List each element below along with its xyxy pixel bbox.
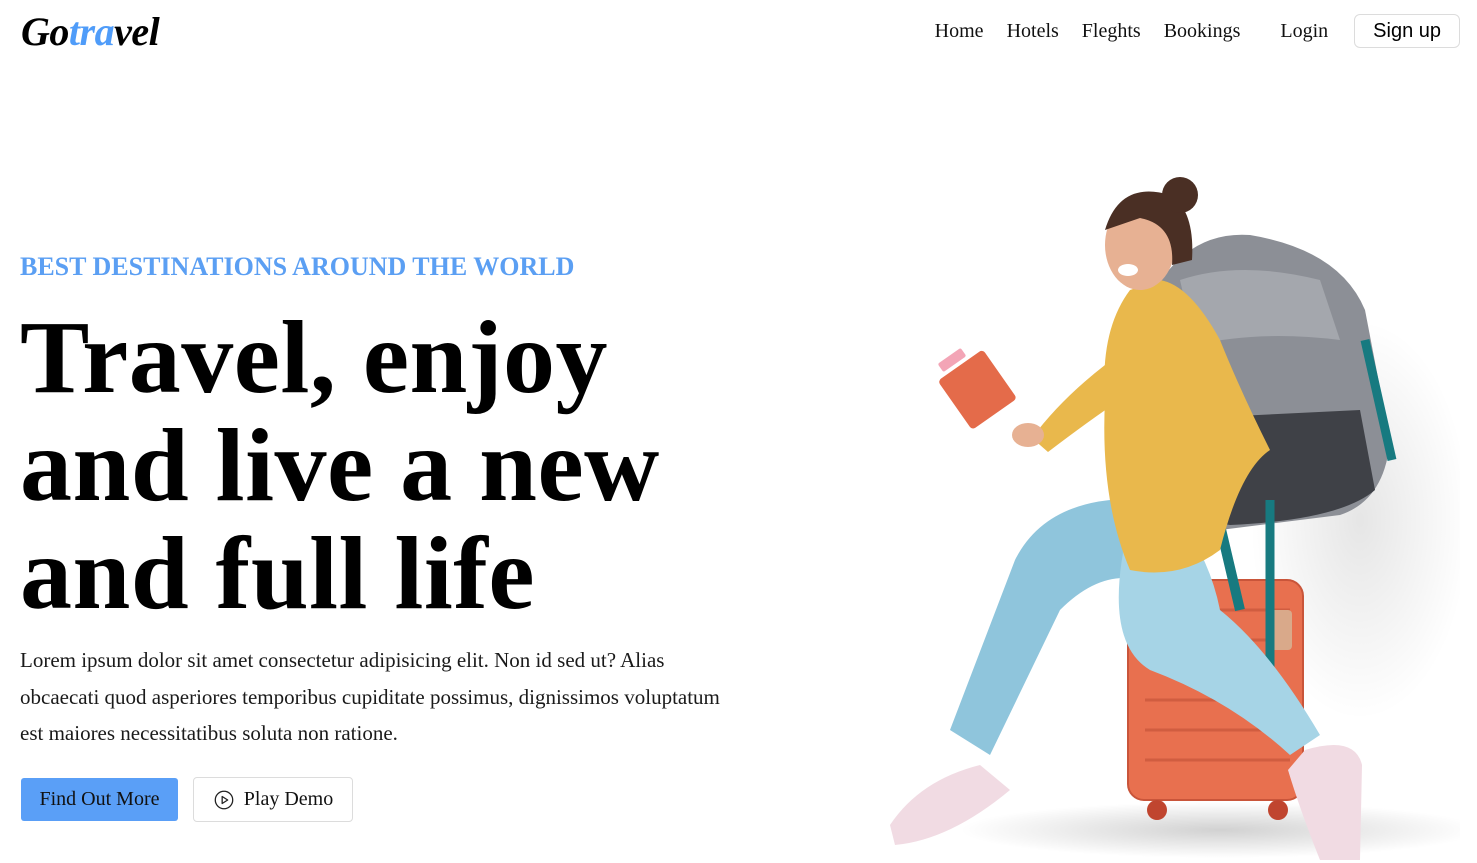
top-navigation: Home Hotels Fleghts Bookings Login Sign … [935,14,1460,48]
play-circle-icon [214,790,234,809]
hero-traveler-image [890,177,1460,860]
headline-line-1: Travel, enjoy [20,300,608,415]
logo-part-2: vel [114,9,160,54]
hero-description: Lorem ipsum dolor sit amet consectetur a… [20,648,720,745]
play-demo-label: Play Demo [243,788,334,810]
passport-icon [938,348,1044,447]
logo-accent: tra [68,9,115,54]
hero-headline: Travel, enjoy and live a new and full li… [20,304,740,628]
play-demo-button[interactable]: Play Demo [193,777,353,822]
headline-line-3: and full life [20,516,536,631]
nav-link-bookings[interactable]: Bookings [1164,14,1241,48]
nav-link-flights[interactable]: Fleghts [1082,14,1141,48]
logo-part-1: Go [21,9,69,54]
signup-button[interactable]: Sign up [1354,14,1460,48]
nav-link-home[interactable]: Home [935,14,984,48]
brand-logo[interactable]: Gotravel [21,9,160,54]
nav-link-hotels[interactable]: Hotels [1007,14,1059,48]
hero-eyebrow: BEST DESTINATIONS AROUND THE WORLD [20,252,575,281]
headline-line-2: and live a new [20,408,660,523]
find-out-more-button[interactable]: Find Out More [21,778,178,821]
login-link[interactable]: Login [1280,14,1328,48]
